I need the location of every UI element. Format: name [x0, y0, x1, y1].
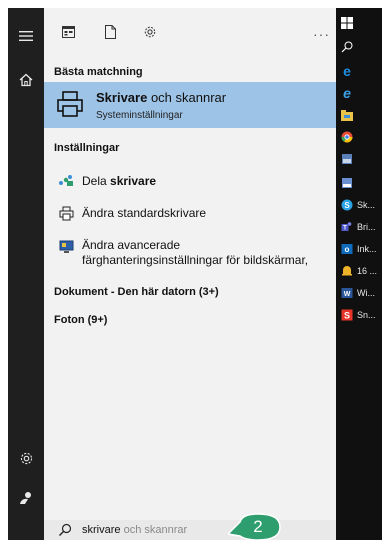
app-icon: [340, 152, 354, 166]
home-icon[interactable]: [8, 64, 44, 96]
svg-text:S: S: [344, 201, 350, 210]
dock-item-edge[interactable]: e: [340, 62, 382, 80]
best-match-subtitle: Systeminställningar: [96, 110, 183, 121]
dock-label: Sk...: [357, 200, 376, 210]
windows-icon: [340, 16, 354, 30]
search-icon: [58, 523, 72, 537]
explorer-icon: [340, 108, 354, 122]
search-icon: [340, 40, 354, 54]
dock-item-windows[interactable]: [340, 14, 382, 32]
app2-icon: [340, 176, 354, 190]
dock-item-teams[interactable]: T Bri...: [340, 218, 382, 236]
outlook-icon: o: [340, 242, 354, 256]
settings-heading: Inställningar: [54, 142, 120, 154]
documents-heading[interactable]: Dokument - Den här datorn (3+): [54, 286, 219, 298]
dock-item-snagit[interactable]: S Sn...: [340, 306, 382, 324]
settings-gear-icon[interactable]: [140, 22, 160, 42]
search-completion: och skannrar: [120, 524, 188, 536]
dock-item-search[interactable]: [340, 38, 382, 56]
dock-label: Wi...: [357, 288, 375, 298]
apps-icon[interactable]: [58, 22, 78, 42]
start-search-window: ··· Bästa matchning Skrivare och skannra…: [0, 0, 392, 547]
dock-item-skype[interactable]: S Sk...: [340, 196, 382, 214]
best-match-result[interactable]: Skrivare och skannrar Systeminställninga…: [44, 82, 336, 128]
document-icon[interactable]: [100, 22, 120, 42]
color-management-line2: färghanteringsinställningar för bildskär…: [82, 253, 309, 267]
dock-label: Ink...: [357, 244, 377, 254]
settings-item-label: Ändra avancerade färghanteringsinställni…: [82, 238, 308, 268]
svg-text:S: S: [344, 311, 350, 321]
dock-item-explorer[interactable]: [340, 106, 382, 124]
search-bar[interactable]: skrivare och skannrar: [44, 520, 336, 540]
settings-item-label: Dela skrivare: [82, 174, 156, 188]
search-toolbar: ···: [44, 8, 336, 56]
dock-label: Bri...: [357, 222, 376, 232]
printer-small-icon: [58, 205, 74, 221]
teams-icon: T: [340, 220, 354, 234]
skype-icon: S: [340, 198, 354, 212]
dock-label: Sn...: [357, 310, 376, 320]
dock-item-chrome[interactable]: [340, 128, 382, 146]
best-match-title-bold: Skrivare: [96, 90, 148, 105]
word-icon: W: [340, 286, 354, 300]
search-typed-text: skrivare: [82, 524, 121, 536]
best-match-heading: Bästa matchning: [54, 66, 143, 78]
color-management-line1: Ändra avancerade: [82, 238, 181, 252]
more-options-icon[interactable]: ···: [313, 26, 330, 42]
callout-number: 2: [253, 517, 263, 536]
search-input[interactable]: skrivare och skannrar: [82, 524, 187, 536]
dock-item-outlook[interactable]: o Ink...: [340, 240, 382, 258]
ie-icon: e: [343, 85, 351, 101]
settings-item-share-printer[interactable]: Dela skrivare: [44, 168, 336, 194]
settings-icon[interactable]: [8, 442, 44, 474]
dock-label: 16 ...: [357, 266, 378, 276]
best-match-title-rest: och skannrar: [147, 90, 227, 105]
user-icon[interactable]: [8, 482, 44, 514]
svg-text:T: T: [343, 226, 347, 232]
svg-text:W: W: [344, 291, 351, 298]
monitor-icon: [58, 239, 74, 255]
share-prefix: Dela: [82, 174, 111, 188]
bell-icon: [340, 264, 354, 278]
dock-item-word[interactable]: W Wi...: [340, 284, 382, 302]
dock-item-ie[interactable]: e: [340, 84, 382, 102]
search-results-panel: ··· Bästa matchning Skrivare och skannra…: [44, 8, 336, 540]
step-callout: 2: [228, 512, 282, 542]
start-rail: [8, 8, 44, 540]
settings-item-color-management[interactable]: Ändra avancerade färghanteringsinställni…: [44, 234, 336, 274]
dock-item-app[interactable]: [340, 150, 382, 168]
edge-icon: e: [343, 63, 351, 79]
share-bold: skrivare: [110, 174, 157, 188]
photos-heading[interactable]: Foton (9+): [54, 314, 107, 326]
best-match-title: Skrivare och skannrar: [96, 90, 226, 105]
dock-item-notification[interactable]: 16 ...: [340, 262, 382, 280]
chrome-icon: [340, 130, 354, 144]
settings-item-label: Ändra standardskrivare: [82, 206, 207, 220]
svg-text:o: o: [345, 245, 350, 254]
hamburger-menu-icon[interactable]: [8, 20, 44, 52]
printer-icon: [56, 90, 84, 118]
dock-item-app2[interactable]: [340, 174, 382, 192]
taskbar-dock: e e S Sk... T Bri... o Ink... 16 ... W W…: [336, 8, 382, 540]
share-icon: [58, 173, 74, 189]
settings-item-default-printer[interactable]: Ändra standardskrivare: [44, 200, 336, 226]
snagit-icon: S: [340, 308, 354, 322]
